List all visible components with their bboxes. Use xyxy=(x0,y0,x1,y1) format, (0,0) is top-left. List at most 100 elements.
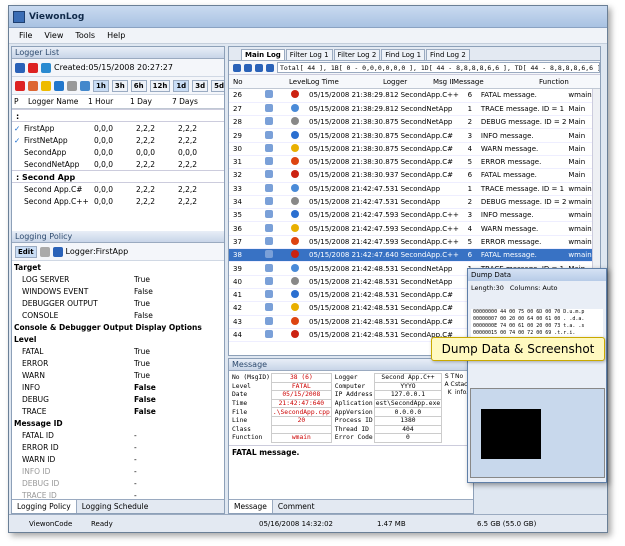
log-row[interactable]: 35 05/15/2008 21:42:47.593 SecondApp.C++ 3 I… xyxy=(229,208,600,223)
warn-filter-icon[interactable] xyxy=(41,80,51,91)
log-row[interactable]: 28 05/15/2008 21:38:30.875 SecondNetApp 2 DE… xyxy=(229,115,600,130)
logger-check[interactable] xyxy=(12,158,22,170)
tab-logging-schedule[interactable]: Logging Schedule xyxy=(77,500,154,513)
property-row[interactable]: FATAL ID - xyxy=(12,429,224,441)
property-row[interactable]: DEBUG ID - xyxy=(12,477,224,489)
property-value[interactable]: False xyxy=(132,381,224,393)
property-row[interactable]: INFO False xyxy=(12,381,224,393)
property-row[interactable]: TRACE False xyxy=(12,405,224,417)
range-1h-button[interactable]: 1h xyxy=(93,79,109,92)
logger-row[interactable]: ✓ FirstApp 0,0,0 2,2,2 2,2,2 xyxy=(12,122,224,134)
debug-filter-icon[interactable] xyxy=(67,80,77,91)
range-5d-button[interactable]: 5d xyxy=(211,79,224,92)
log-row[interactable]: 31 05/15/2008 21:38:30.875 SecondApp.C# 5 ER… xyxy=(229,155,600,170)
logger-row[interactable]: ✓ FirstNetApp 0,0,0 2,2,2 2,2,2 xyxy=(12,134,224,146)
col-function[interactable]: Function xyxy=(539,78,579,86)
menu-view[interactable]: View xyxy=(44,31,63,40)
col-msg-id[interactable]: Msg ID xyxy=(433,78,453,86)
logger-check[interactable]: ✓ xyxy=(12,134,22,146)
log-row[interactable]: 34 05/15/2008 21:42:47.531 SecondApp 2 DEBUG… xyxy=(229,195,600,210)
col-1-day[interactable]: 1 Day xyxy=(130,97,172,106)
log-row[interactable]: 37 05/15/2008 21:42:47.593 SecondApp.C++ 5 E… xyxy=(229,235,600,250)
property-row[interactable]: DEBUG False xyxy=(12,393,224,405)
property-row[interactable]: WARN ID - xyxy=(12,453,224,465)
log-row[interactable]: 29 05/15/2008 21:38:30.875 SecondApp.C# 3 IN… xyxy=(229,128,600,143)
logger-group[interactable]: : xyxy=(12,109,224,122)
property-row[interactable]: ERROR True xyxy=(12,357,224,369)
col-log-time[interactable]: Log Time xyxy=(307,78,383,86)
col-level[interactable]: Level xyxy=(289,78,307,86)
delete-icon[interactable] xyxy=(28,62,38,73)
first-icon[interactable] xyxy=(233,63,241,72)
logger-row[interactable]: Second App.C++ 0,0,0 2,2,2 2,2,2 xyxy=(12,195,224,207)
col-logger-name[interactable]: Logger Name xyxy=(28,97,88,106)
logger-row[interactable]: SecondNetApp 0,0,0 2,2,2 2,2,2 xyxy=(12,158,224,170)
range-6h-button[interactable]: 6h xyxy=(130,79,147,92)
range-3h-button[interactable]: 3h xyxy=(111,79,128,92)
menu-file[interactable]: File xyxy=(19,31,32,40)
col-no[interactable]: No xyxy=(229,78,263,86)
property-category[interactable]: Level xyxy=(12,333,224,345)
property-value[interactable]: True xyxy=(132,345,224,357)
property-value[interactable]: - xyxy=(132,465,224,477)
property-value[interactable]: - xyxy=(132,477,224,489)
logger-check[interactable]: ✓ xyxy=(12,122,22,134)
property-row[interactable]: ERROR ID - xyxy=(12,441,224,453)
property-value[interactable]: True xyxy=(132,369,224,381)
log-row[interactable]: 27 05/15/2008 21:38:29.812 SecondNetApp 1 TR… xyxy=(229,102,600,117)
log-row[interactable]: 30 05/15/2008 21:38:30.875 SecondApp.C# 4 WA… xyxy=(229,142,600,156)
property-row[interactable]: FATAL True xyxy=(12,345,224,357)
log-row[interactable]: 38 05/15/2008 21:42:47.640 SecondApp.C++ 6 F… xyxy=(229,248,600,263)
property-value[interactable]: False xyxy=(132,309,224,321)
col-logger[interactable]: Logger xyxy=(383,78,433,86)
tab-message[interactable]: Message xyxy=(229,500,273,513)
logger-check[interactable] xyxy=(12,146,22,158)
prev-icon[interactable] xyxy=(244,63,252,72)
log-row[interactable]: 26 05/15/2008 21:38:29.812 SecondApp.C++ 6 F… xyxy=(229,89,600,103)
property-row[interactable]: CONSOLE False xyxy=(12,309,224,321)
property-value[interactable]: False xyxy=(132,405,224,417)
property-category[interactable]: Message ID xyxy=(12,417,224,429)
menu-help[interactable]: Help xyxy=(107,31,125,40)
tab-main-log[interactable]: Main Log xyxy=(241,49,285,60)
property-value[interactable]: True xyxy=(132,297,224,309)
property-value[interactable]: - xyxy=(132,429,224,441)
last-icon[interactable] xyxy=(266,63,274,72)
property-value[interactable]: False xyxy=(132,285,224,297)
refresh-icon[interactable] xyxy=(41,62,51,73)
menu-tools[interactable]: Tools xyxy=(75,31,95,40)
property-value[interactable]: True xyxy=(132,273,224,285)
property-row[interactable]: DEBUGGER OUTPUT True xyxy=(12,297,224,309)
tab-find-log-2[interactable]: Find Log 2 xyxy=(426,49,470,60)
tab-logging-policy[interactable]: Logging Policy xyxy=(12,500,77,513)
property-row[interactable]: WARN True xyxy=(12,369,224,381)
add-icon[interactable] xyxy=(15,62,25,73)
col-message[interactable]: Message xyxy=(453,78,539,86)
property-value[interactable]: True xyxy=(132,357,224,369)
log-row[interactable]: 32 05/15/2008 21:38:30.937 SecondApp.C# 6 FA… xyxy=(229,168,600,183)
save-icon[interactable] xyxy=(39,246,50,257)
range-12h-button[interactable]: 12h xyxy=(149,79,171,92)
range-1d-button[interactable]: 1d xyxy=(173,79,190,92)
property-value[interactable]: - xyxy=(132,441,224,453)
range-3d-button[interactable]: 3d xyxy=(192,79,209,92)
tab-filter-log-1[interactable]: Filter Log 1 xyxy=(285,49,333,60)
property-row[interactable]: WINDOWS EVENT False xyxy=(12,285,224,297)
logger-row[interactable]: SecondApp 0,0,0 0,0,0 0,0,0 xyxy=(12,146,224,158)
tab-filter-log-2[interactable]: Filter Log 2 xyxy=(333,49,381,60)
log-row[interactable]: 33 05/15/2008 21:42:47.531 SecondApp 1 TRACE… xyxy=(229,182,600,196)
info-filter-icon[interactable] xyxy=(54,80,64,91)
logger-row[interactable]: Second App.C# 0,0,0 2,2,2 2,2,2 xyxy=(12,183,224,195)
property-row[interactable]: LOG SERVER True xyxy=(12,273,224,285)
next-icon[interactable] xyxy=(255,63,263,72)
property-category[interactable]: Console & Debugger Output Display Option… xyxy=(12,321,224,333)
tab-comment[interactable]: Comment xyxy=(273,500,320,513)
dump-columns-select[interactable]: Columns: Auto xyxy=(510,284,558,292)
edit-button[interactable]: Edit xyxy=(15,245,37,258)
col-1-hour[interactable]: 1 Hour xyxy=(88,97,130,106)
col-7-days[interactable]: 7 Days xyxy=(172,97,214,106)
trace-filter-icon[interactable] xyxy=(80,80,90,91)
logger-check[interactable] xyxy=(12,183,22,195)
tab-find-log-1[interactable]: Find Log 1 xyxy=(381,49,426,60)
error-filter-icon[interactable] xyxy=(28,80,38,91)
